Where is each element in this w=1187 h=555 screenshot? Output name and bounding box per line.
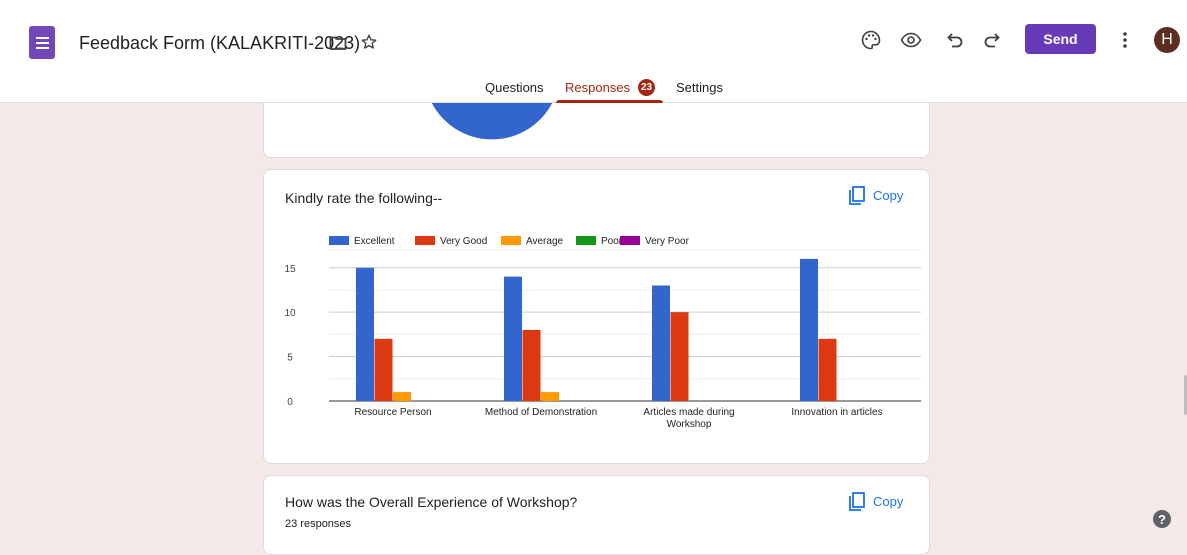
undo-icon[interactable]: [944, 29, 966, 51]
x-tick-label: Innovation in articles: [791, 407, 882, 418]
copy-chart-button[interactable]: Copy: [849, 186, 903, 205]
question-title: Kindly rate the following--: [285, 190, 443, 206]
top-bar: Feedback Form (KALAKRITI-2023) Send H Qu…: [0, 0, 1187, 103]
legend-label: Poor: [601, 236, 623, 247]
form-title[interactable]: Feedback Form (KALAKRITI-2023): [79, 33, 360, 54]
bar-very-good: [818, 338, 837, 401]
legend-swatch: [329, 236, 349, 245]
bar-very-good: [374, 338, 393, 401]
y-tick-label: 5: [287, 353, 293, 364]
overall-experience-card: How was the Overall Experience of Worksh…: [263, 475, 930, 555]
legend-swatch: [620, 236, 640, 245]
bar-excellent: [800, 258, 818, 401]
active-tab-indicator: [556, 100, 663, 103]
x-tick-label: Articles made during: [643, 407, 734, 418]
bar-very-good: [522, 329, 541, 401]
response-count: 23 responses: [285, 518, 352, 530]
tab-settings[interactable]: Settings: [676, 80, 723, 95]
bar-excellent: [356, 267, 374, 401]
bar-very-good: [670, 312, 689, 401]
copy-label: Copy: [873, 494, 904, 509]
bar-average: [393, 392, 411, 401]
account-avatar[interactable]: H: [1154, 27, 1180, 53]
copy-icon: [849, 186, 865, 205]
y-tick-label: 10: [284, 308, 296, 319]
bar-average: [541, 392, 559, 401]
question-title: How was the Overall Experience of Worksh…: [285, 494, 578, 510]
responses-count-badge: 23: [638, 79, 655, 96]
legend-swatch: [501, 236, 521, 245]
send-button[interactable]: Send: [1025, 24, 1096, 54]
x-tick-label: Workshop: [667, 419, 712, 430]
customize-theme-icon[interactable]: [860, 29, 882, 51]
bar-excellent: [652, 285, 670, 401]
legend-label: Excellent: [354, 236, 395, 247]
legend-label: Very Poor: [645, 236, 690, 247]
help-icon[interactable]: ?: [1153, 510, 1171, 528]
move-to-folder-icon[interactable]: [329, 34, 347, 52]
x-tick-label: Method of Demonstration: [485, 407, 597, 418]
y-tick-label: 15: [284, 264, 296, 275]
rating-question-card: Kindly rate the following-- Copy 0 5 10 15 R…: [263, 169, 930, 464]
tab-questions[interactable]: Questions: [485, 80, 544, 95]
forms-logo-icon[interactable]: [29, 26, 55, 59]
bar-excellent: [504, 276, 522, 401]
rating-bar-chart: 0 5 10 15 Resource Person Method of Demonstra…: [284, 236, 921, 430]
tab-responses[interactable]: Responses: [565, 80, 630, 95]
copy-label: Copy: [873, 188, 904, 203]
legend-swatch: [415, 236, 435, 245]
legend-label: Very Good: [440, 236, 487, 247]
star-icon[interactable]: [360, 33, 378, 51]
pie-slice: [429, 97, 555, 140]
y-tick-label: 0: [287, 397, 293, 408]
more-options-icon[interactable]: [1116, 29, 1134, 51]
x-tick-label: Resource Person: [354, 407, 431, 418]
preview-eye-icon[interactable]: [900, 29, 922, 51]
legend-label: Average: [526, 236, 564, 247]
redo-icon[interactable]: [981, 29, 1003, 51]
legend-swatch: [576, 236, 596, 245]
copy-icon: [849, 492, 865, 511]
copy-chart-button[interactable]: Copy: [849, 492, 903, 511]
